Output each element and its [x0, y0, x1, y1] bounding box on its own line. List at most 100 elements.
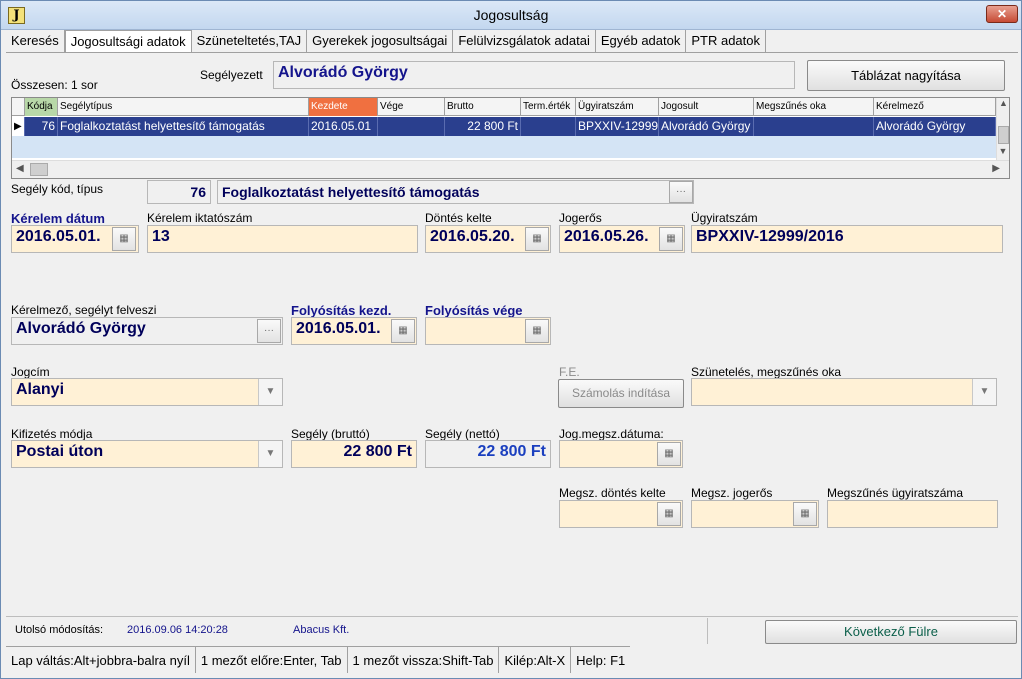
- cell-megszunes-oka: [754, 117, 874, 136]
- segely-netto-field: 22 800 Ft: [425, 440, 551, 468]
- data-grid[interactable]: Kódja Segélytípus Kezdete Vége Brutto Te…: [11, 97, 1010, 179]
- kerelmezo-lookup-button[interactable]: ···: [257, 319, 281, 343]
- szamolas-inditasa-button[interactable]: Számolás indítása: [558, 379, 684, 408]
- calendar-icon[interactable]: ▦: [525, 227, 549, 251]
- segely-kod-field[interactable]: 76: [147, 180, 211, 204]
- cell-kodja: 76: [25, 117, 58, 136]
- kifizetes-label: Kifizetés módja: [11, 427, 93, 441]
- table-row[interactable]: ▶ 76 Foglalkoztatást helyettesítő támoga…: [12, 117, 996, 136]
- segely-brutto-label: Segély (bruttó): [291, 427, 370, 441]
- grid-vertical-scrollbar[interactable]: ▲ ▼: [996, 98, 1009, 160]
- calendar-icon[interactable]: ▦: [525, 319, 549, 343]
- szunetelés-label: Szünetelés, megszűnés oka: [691, 365, 842, 379]
- close-button[interactable]: ✕: [986, 5, 1018, 23]
- segely-tipus-lookup-button[interactable]: ···: [669, 181, 693, 203]
- megsz-ugyiratszam-field[interactable]: [827, 500, 998, 528]
- segelyezett-label: Segélyezett: [200, 68, 263, 82]
- chevron-down-icon[interactable]: ▼: [258, 379, 282, 405]
- window-title: Jogosultság: [473, 7, 549, 23]
- col-ugyiratszam[interactable]: Ügyiratszám: [576, 98, 659, 116]
- jogcim-select[interactable]: Alanyi: [11, 378, 283, 406]
- segely-tipus-field[interactable]: Foglalkoztatást helyettesítő támogatás: [217, 180, 694, 204]
- col-segelytipus[interactable]: Segélytípus: [58, 98, 309, 116]
- jogeros-label: Jogerős: [559, 211, 602, 225]
- kerelem-datum-label: Kérelem dátum: [11, 211, 105, 226]
- tab-kereses[interactable]: Keresés: [6, 30, 65, 52]
- grid-header: Kódja Segélytípus Kezdete Vége Brutto Te…: [12, 98, 996, 116]
- col-jogosult[interactable]: Jogosult: [659, 98, 754, 116]
- chevron-down-icon[interactable]: ▼: [258, 441, 282, 467]
- col-megszunes-oka[interactable]: Megszűnés oka: [754, 98, 874, 116]
- grid-horizontal-scrollbar[interactable]: ◀ ▶: [12, 160, 1009, 178]
- col-vege[interactable]: Vége: [378, 98, 445, 116]
- szunetelés-select[interactable]: [691, 378, 997, 406]
- footer-divider: [707, 618, 708, 644]
- last-mod-date: 2016.09.06 14:20:28: [127, 624, 228, 636]
- cell-kerelmezo: Alvorádó György: [874, 117, 996, 136]
- tab-gyerekek-jogosultsagai[interactable]: Gyerekek jogosultságai: [307, 30, 454, 52]
- tab-felulvizsgalatok-adatai[interactable]: Felülvizsgálatok adatai: [453, 30, 596, 52]
- folyositas-vege-label: Folyósítás vége: [425, 303, 523, 318]
- tab-szuneteltetes-taj[interactable]: Szüneteltetés,TAJ: [191, 30, 308, 52]
- scroll-down-icon[interactable]: ▼: [997, 146, 1009, 160]
- calendar-icon[interactable]: ▦: [112, 227, 136, 251]
- grid-empty-area: [12, 136, 996, 158]
- cell-term-ertek: [521, 117, 576, 136]
- calendar-icon[interactable]: ▦: [793, 502, 817, 526]
- cell-kezdete: 2016.05.01: [309, 117, 378, 136]
- status-mezo-vissza: 1 mezőt vissza:Shift-Tab: [347, 646, 500, 673]
- grid-corner: [12, 98, 25, 116]
- folyositas-kezd-label: Folyósítás kezd.: [291, 303, 392, 318]
- next-tab-button[interactable]: Következő Fülre: [765, 620, 1017, 644]
- status-bar: Lap váltás:Alt+jobbra-balra nyíl 1 mezőt…: [6, 646, 631, 673]
- kerelem-iktato-field[interactable]: 13: [147, 225, 418, 253]
- segelyezett-field: Alvorádó György: [273, 61, 795, 89]
- kerelmezo-label: Kérelmező, segélyt felveszi: [11, 303, 157, 317]
- tab-bar: Keresés Jogosultsági adatok Szünetelteté…: [6, 30, 767, 53]
- kifizetes-select[interactable]: Postai úton: [11, 440, 283, 468]
- col-term-ertek[interactable]: Term.érték: [521, 98, 576, 116]
- scroll-left-icon[interactable]: ◀: [16, 163, 24, 174]
- segely-kod-label: Segély kód, típus: [11, 182, 104, 196]
- kerelem-iktato-label: Kérelem iktatószám: [147, 211, 253, 225]
- segely-brutto-field[interactable]: 22 800 Ft: [291, 440, 417, 468]
- kerelmezo-field[interactable]: Alvorádó György: [11, 317, 283, 345]
- scroll-thumb[interactable]: [998, 126, 1009, 144]
- row-marker-icon: ▶: [12, 117, 25, 136]
- last-mod-label: Utolsó módosítás:: [15, 624, 104, 636]
- calendar-icon[interactable]: ▦: [657, 502, 681, 526]
- status-mezo-elore: 1 mezőt előre:Enter, Tab: [195, 646, 348, 673]
- cell-ugyiratszam: BPXXIV-12999: [576, 117, 659, 136]
- scroll-right-icon[interactable]: ▶: [992, 163, 1000, 174]
- segely-netto-label: Segély (nettó): [425, 427, 500, 441]
- col-brutto[interactable]: Brutto: [445, 98, 521, 116]
- tab-egyeb-adatok[interactable]: Egyéb adatok: [595, 30, 687, 52]
- dontes-kelte-label: Döntés kelte: [425, 211, 492, 225]
- status-kilep: Kilép:Alt-X: [499, 646, 572, 673]
- cell-brutto: 22 800 Ft: [445, 117, 521, 136]
- chevron-down-icon[interactable]: ▼: [972, 379, 996, 405]
- jogcim-label: Jogcím: [11, 365, 50, 379]
- calendar-icon[interactable]: ▦: [659, 227, 683, 251]
- hscroll-thumb[interactable]: [30, 163, 48, 176]
- cell-segelytipus: Foglalkoztatást helyettesítő támogatás: [58, 117, 309, 136]
- status-help: Help: F1: [571, 646, 631, 673]
- tab-ptr-adatok[interactable]: PTR adatok: [686, 30, 767, 52]
- ugyiratszam-field[interactable]: BPXXIV-12999/2016: [691, 225, 1003, 253]
- calendar-icon[interactable]: ▦: [657, 442, 681, 466]
- table-enlarge-button[interactable]: Táblázat nagyítása: [807, 60, 1005, 91]
- megsz-ugyiratszam-label: Megszűnés ügyiratszáma: [827, 486, 964, 500]
- ugyiratszam-label: Ügyiratszám: [691, 211, 758, 225]
- tab-jogosultsagi-adatok[interactable]: Jogosultsági adatok: [64, 30, 192, 53]
- col-kezdete[interactable]: Kezdete: [309, 98, 378, 116]
- total-count: Összesen: 1 sor: [11, 78, 98, 92]
- calendar-icon[interactable]: ▦: [391, 319, 415, 343]
- cell-jogosult: Alvorádó György: [659, 117, 754, 136]
- scroll-up-icon[interactable]: ▲: [997, 98, 1009, 112]
- col-kerelmezo[interactable]: Kérelmező: [874, 98, 996, 116]
- jog-megsz-datum-label: Jog.megsz.dátuma:: [559, 427, 664, 441]
- megsz-dontes-kelte-label: Megsz. döntés kelte: [559, 486, 666, 500]
- col-kodja[interactable]: Kódja: [25, 98, 58, 116]
- megsz-jogeros-label: Megsz. jogerős: [691, 486, 773, 500]
- app-window: J Jogosultság ✕ Keresés Jogosultsági ada…: [0, 0, 1022, 679]
